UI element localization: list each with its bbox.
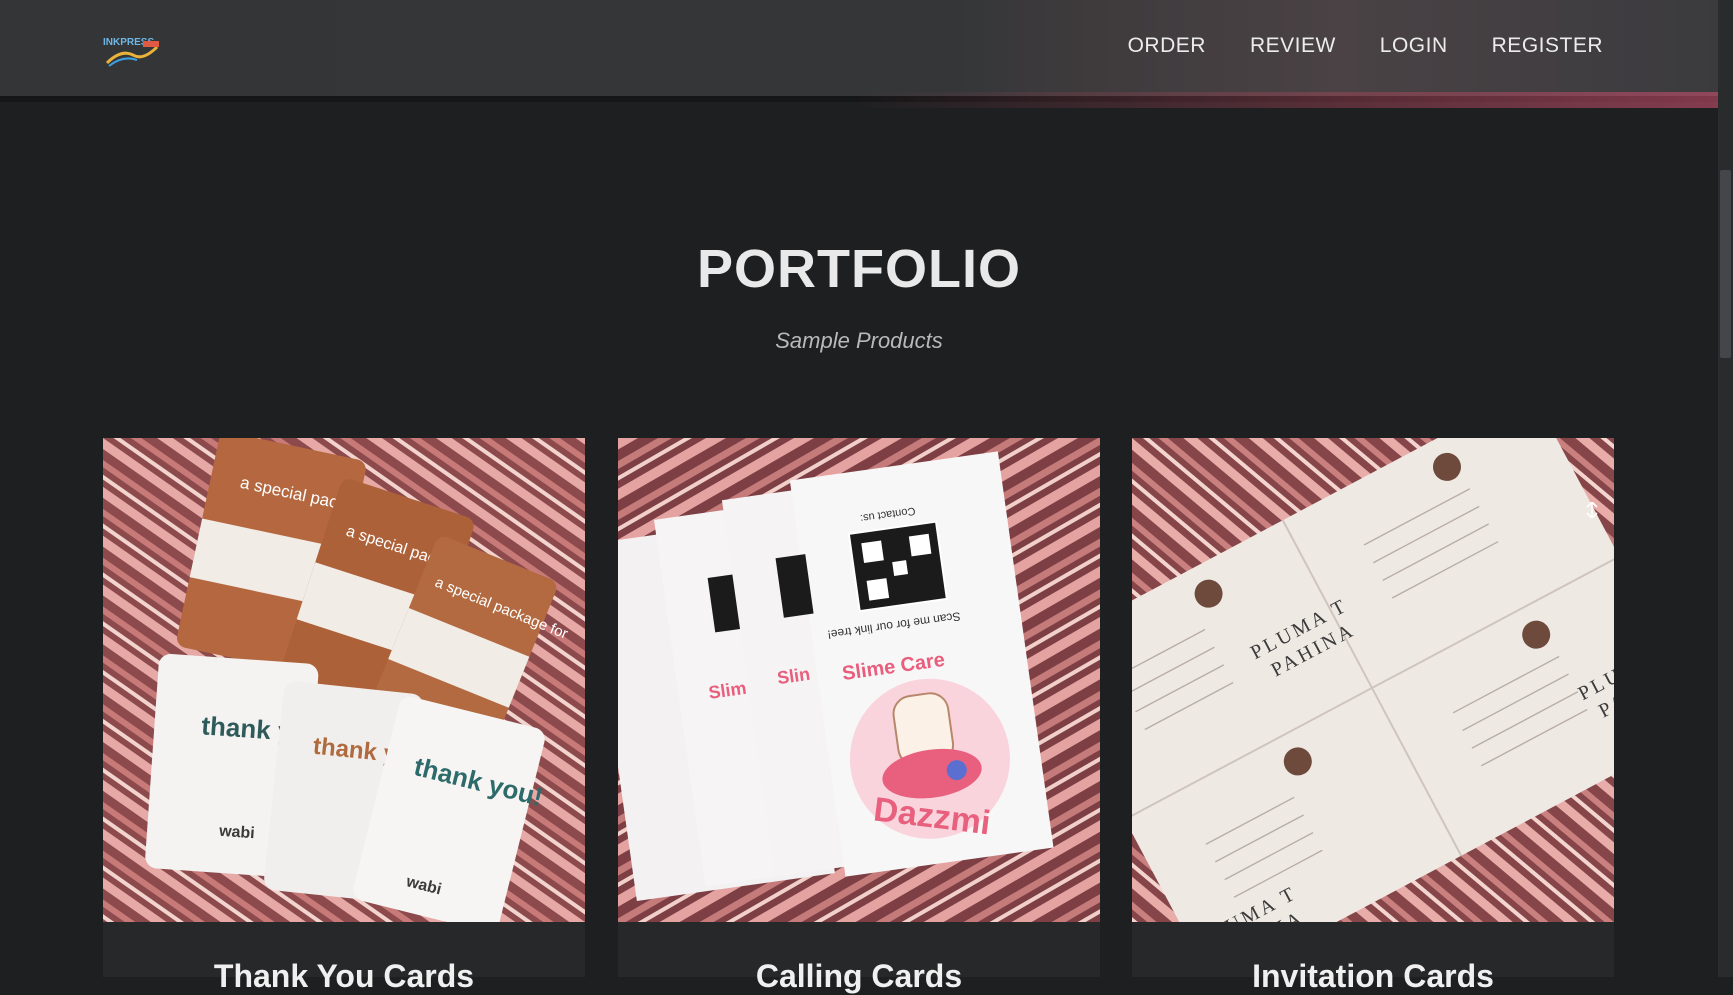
scrollbar-track[interactable] [1718,0,1733,977]
portfolio-title: PORTFOLIO [697,239,1021,299]
portfolio-card-invitation[interactable]: PLUMA T PAHINA PLUMA T PAHINA PLUMA T PA… [1132,438,1614,977]
inkpress-logo[interactable]: INKPRESS [103,33,161,69]
thank-you-cards-image: a special package for a special package … [103,438,585,922]
invitation-cards-image: PLUMA T PAHINA PLUMA T PAHINA PLUMA T PA… [1132,438,1614,922]
nav-order-link[interactable]: ORDER [1128,34,1206,58]
nav-login-link[interactable]: LOGIN [1380,34,1448,58]
navbar: INKPRESS ORDER REVIEW LOGIN REGISTER [0,0,1718,108]
calling-cards-image: Scan me for our link tree! Contact us: S… [618,438,1100,922]
nav-review-link[interactable]: REVIEW [1250,34,1336,58]
portfolio-card-calling[interactable]: Scan me for our link tree! Contact us: S… [618,438,1100,977]
nav-register-link[interactable]: REGISTER [1492,34,1603,58]
cursor-icon [1586,502,1598,518]
brand-text-1: wabi [218,823,256,843]
portfolio-card-thank-you[interactable]: a special package for a special package … [103,438,585,977]
portfolio-subtitle: Sample Products [775,328,943,353]
scrollbar-thumb[interactable] [1720,170,1731,358]
nav-links: ORDER REVIEW LOGIN REGISTER [1128,34,1603,58]
